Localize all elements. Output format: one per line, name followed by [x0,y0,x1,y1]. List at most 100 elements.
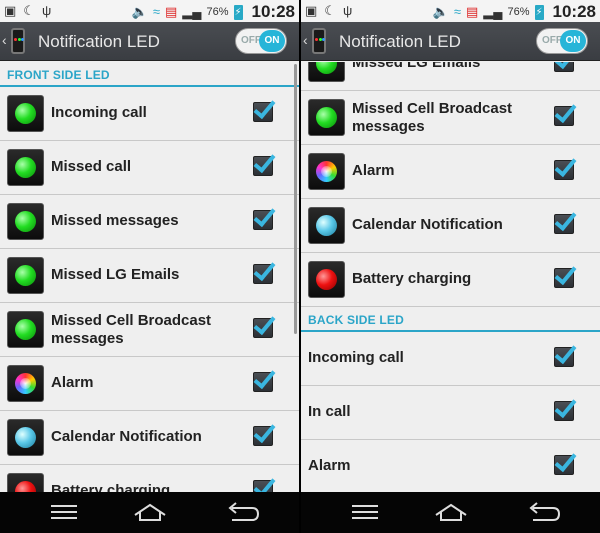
list-item[interactable]: Incoming call [0,87,299,141]
green-led-icon [316,62,337,74]
list-item-label: Missed call [51,158,132,175]
checkbox[interactable] [554,214,574,234]
checkbox[interactable] [554,268,574,288]
battery-icon: ⚡ [233,4,243,20]
list-item[interactable]: Missed Cell Broadcast messages [0,303,299,357]
status-bar: ▣ ☾ ψ 🔈 ≈ ▤ ▂▄ 76% ⚡ 10:28 [301,0,600,22]
page-title: Notification LED [339,32,461,51]
led-preview-icon[interactable] [308,207,345,244]
back-chevron-icon[interactable]: ‹ [303,32,308,48]
led-preview-icon[interactable] [7,95,44,132]
list-item[interactable]: Missed call [0,141,299,195]
list-item[interactable]: Alarm [301,145,600,199]
image-icon: ▣ [305,3,318,18]
green-led-icon [316,107,337,128]
battery-icon: ⚡ [534,4,544,20]
toggle-off-label: OFF [241,35,261,46]
list-item[interactable]: Missed messages [0,195,299,249]
list-item-label: Calendar Notification [51,428,202,445]
blue-led-icon [316,215,337,236]
list-item[interactable]: Battery charging [301,253,600,307]
list-item-label: Alarm [308,457,351,474]
checkbox[interactable] [253,264,273,284]
back-icon[interactable] [523,500,563,526]
checkbox[interactable] [554,347,574,367]
settings-list[interactable]: FRONT SIDE LED Incoming call Missed call M… [0,62,299,492]
list-item-label: Battery charging [51,482,171,492]
checkbox[interactable] [253,156,273,176]
signal-icon: ▂▄ [483,4,503,19]
led-preview-icon[interactable] [7,473,44,492]
led-preview-icon[interactable] [7,419,44,456]
menu-icon[interactable] [45,500,85,526]
scrollbar[interactable] [294,64,297,334]
checkbox[interactable] [554,455,574,475]
menu-icon[interactable] [346,500,386,526]
list-item[interactable]: Missed Cell Broadcast messages [301,91,600,145]
settings-list[interactable]: Missed LG Emails Missed Cell Broadcast me… [301,62,600,492]
red-led-icon [316,269,337,290]
list-item[interactable]: Missed LG Emails [301,62,600,91]
list-item-label: Alarm [51,374,94,391]
toggle-on-label: ON [259,30,285,52]
led-master-toggle[interactable]: OFF ON [536,28,588,54]
led-preview-icon[interactable] [308,261,345,298]
list-item[interactable]: In call [301,386,600,440]
list-item[interactable]: Calendar Notification [0,411,299,465]
checkbox[interactable] [253,480,273,492]
checkbox[interactable] [554,401,574,421]
battery-percent: 76% [206,6,229,18]
green-led-icon [15,211,36,232]
led-preview-icon[interactable] [308,62,345,82]
list-item[interactable]: Missed LG Emails [0,249,299,303]
green-led-icon [15,157,36,178]
notification-led-app-icon[interactable] [11,28,25,54]
clock: 10:28 [552,2,596,21]
led-preview-icon[interactable] [7,365,44,402]
back-chevron-icon[interactable]: ‹ [2,32,7,48]
list-item-label: Alarm [352,162,395,179]
nav-bar [0,492,299,533]
status-bar: ▣ ☾ ψ 🔈 ≈ ▤ ▂▄ 76% ⚡ 10:28 [0,0,299,22]
list-item[interactable]: Battery charging [0,465,299,492]
signal-icon: ▂▄ [182,4,202,19]
led-preview-icon[interactable] [308,153,345,190]
checkbox[interactable] [253,318,273,338]
list-item-label: Missed Cell Broadcast messages [352,100,513,135]
checkbox[interactable] [253,426,273,446]
checkbox[interactable] [554,160,574,180]
led-master-toggle[interactable]: OFF ON [235,28,287,54]
checkbox[interactable] [253,372,273,392]
list-item[interactable]: Incoming call [301,332,600,386]
green-led-icon [15,265,36,286]
list-item-label: Missed LG Emails [352,62,481,71]
checkbox[interactable] [253,102,273,122]
list-item[interactable]: Alarm [0,357,299,411]
led-preview-icon[interactable] [7,203,44,240]
led-preview-icon[interactable] [7,311,44,348]
list-item-label: Missed Cell Broadcast messages [51,312,212,347]
led-preview-icon[interactable] [7,149,44,186]
battery-percent: 76% [507,6,530,18]
section-header-front-led: FRONT SIDE LED [0,62,299,87]
led-preview-icon[interactable] [308,99,345,136]
toggle-on-label: ON [560,30,586,52]
notification-led-app-icon[interactable] [312,28,326,54]
list-item[interactable]: Calendar Notification [301,199,600,253]
list-item-label: In call [308,403,351,420]
home-icon[interactable] [130,500,170,526]
checkbox[interactable] [554,106,574,126]
multi-led-icon [15,373,36,394]
image-icon: ▣ [4,3,17,18]
home-icon[interactable] [431,500,471,526]
blue-led-icon [15,427,36,448]
led-preview-icon[interactable] [7,257,44,294]
back-icon[interactable] [222,500,262,526]
red-led-icon [15,481,36,492]
green-led-icon [15,103,36,124]
multi-led-icon [316,161,337,182]
checkbox[interactable] [554,62,574,72]
nav-bar [301,492,600,533]
list-item[interactable]: Alarm [301,440,600,492]
checkbox[interactable] [253,210,273,230]
